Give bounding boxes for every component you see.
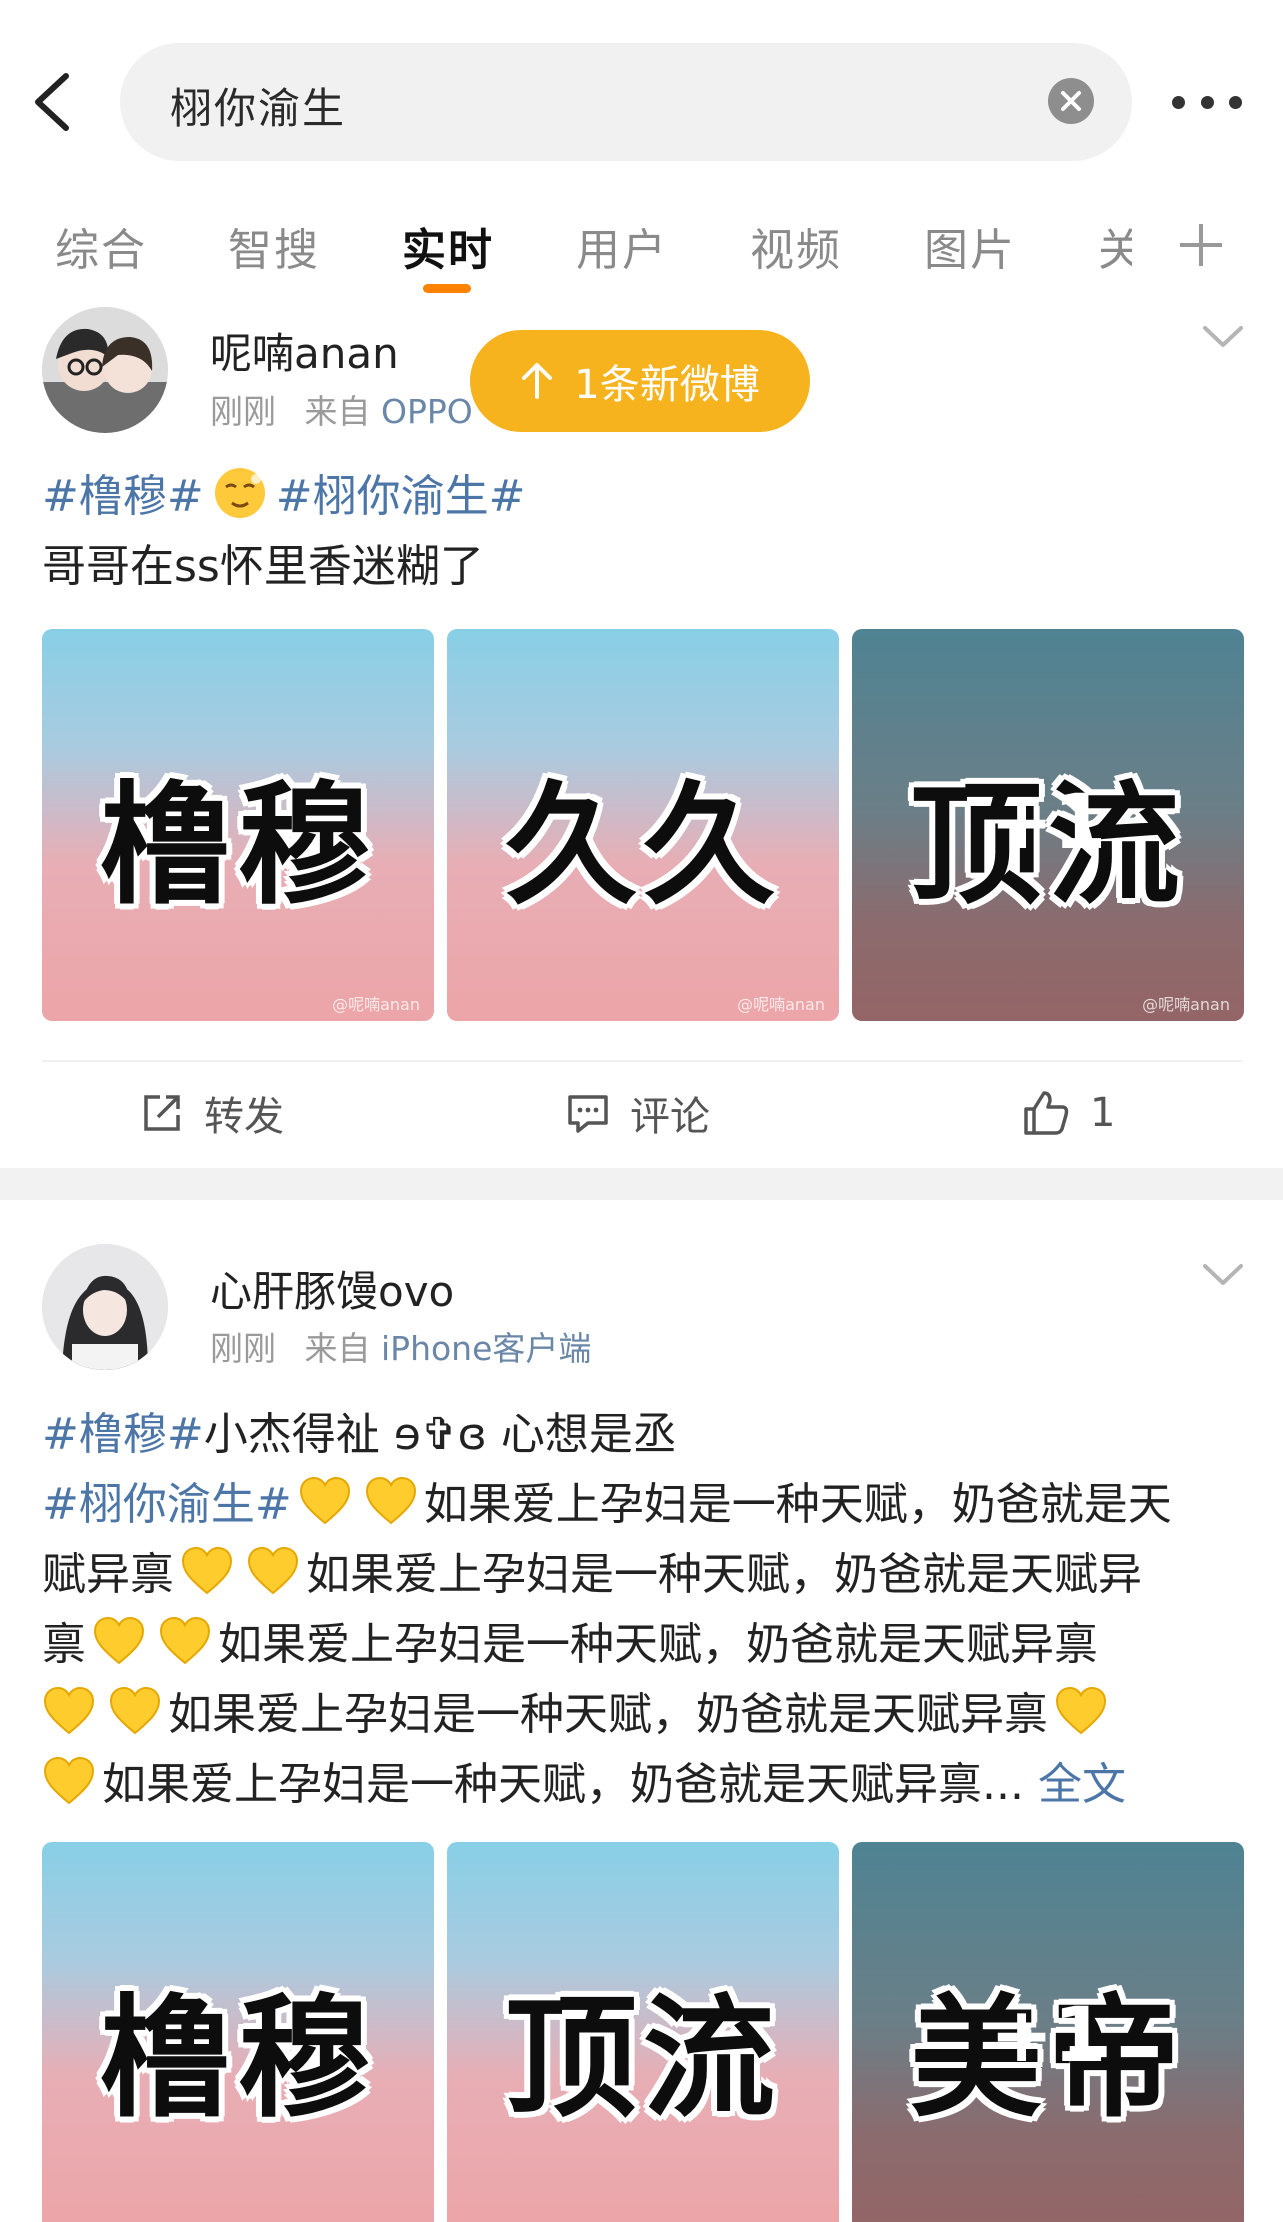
post-body: #橹穆#小杰得祉 ɘ✞ɞ 心想是丞 #栩你渝生# 如果爱上孕妇是一种天赋，奶爸就是…	[42, 1400, 1243, 1820]
post-source[interactable]: OPPO	[381, 392, 473, 431]
topic-link[interactable]: #栩你渝生#	[276, 471, 526, 522]
repost-label: 转发	[204, 1094, 284, 1140]
post-text: 禀	[42, 1619, 86, 1670]
post-text: 如果爱上孕妇是一种天赋，奶爸就是天赋异	[306, 1549, 1142, 1600]
comment-label: 评论	[630, 1094, 710, 1140]
top-bar: 栩你渝生	[0, 0, 1283, 200]
post-image[interactable]: 久久 @呢喃anan	[447, 629, 839, 1021]
post-time: 刚刚	[210, 1329, 276, 1368]
image-watermark: @呢喃anan	[737, 995, 825, 1014]
yellow-heart-icon	[42, 1685, 96, 1739]
image-caption-text: 顶流	[505, 1982, 781, 2136]
post-image[interactable]: 美帝 +1	[852, 1842, 1244, 2222]
post-images: 橹穆 @呢喃anan 久久 @呢喃anan 顶流 +1 @呢喃anan	[42, 629, 1244, 1021]
comment-icon	[568, 1095, 608, 1133]
image-watermark: @呢喃anan	[332, 995, 420, 1014]
tab-realtime[interactable]: 实时	[402, 214, 494, 278]
post-image[interactable]: 顶流	[447, 1842, 839, 2222]
topic-link[interactable]: #橹穆#	[42, 471, 204, 522]
post-images: 橹穆 顶流 美帝 +1	[42, 1842, 1244, 2222]
post-text: 如果爱上孕妇是一种天赋，奶爸就是天赋异禀...	[102, 1759, 1024, 1810]
tab-smart-search[interactable]: 智搜	[228, 214, 320, 278]
post-image[interactable]: 顶流 +1 @呢喃anan	[852, 629, 1244, 1021]
dizzy-face-emoji-icon	[212, 465, 268, 521]
arrow-up-icon	[522, 363, 553, 399]
more-images-count: +1	[989, 1990, 1107, 2079]
post-meta: 刚刚 来自 iPhone客户端	[210, 1322, 591, 1370]
search-query-text: 栩你渝生	[170, 84, 347, 133]
repost-button[interactable]: 转发	[140, 1058, 284, 1168]
post-text: 如果爱上孕妇是一种天赋，奶爸就是天赋异禀	[168, 1689, 1048, 1740]
post-text: 如果爱上孕妇是一种天赋，奶爸就是天赋异禀	[218, 1619, 1098, 1670]
new-posts-button[interactable]: 1条新微博	[470, 330, 810, 432]
section-separator	[0, 1168, 1283, 1200]
image-watermark: @呢喃anan	[1142, 995, 1230, 1014]
post-image[interactable]: 橹穆 @呢喃anan	[42, 629, 434, 1021]
search-tabs: 综合 智搜 实时 用户 视频 图片 关	[0, 200, 1283, 300]
post-meta: 刚刚 来自 OPPO	[210, 385, 473, 433]
tab-users[interactable]: 用户	[576, 214, 668, 278]
post-text: 小杰得祉 ɘ✞ɞ 心想是丞	[203, 1409, 677, 1460]
full-text-link[interactable]: 全文	[1038, 1759, 1126, 1810]
like-button[interactable]: 1	[1022, 1058, 1115, 1168]
yellow-heart-icon	[1054, 1685, 1108, 1739]
post-body: #橹穆# #栩你渝生# 哥哥在ss怀里香迷糊了	[42, 462, 1243, 602]
tab-videos[interactable]: 视频	[750, 214, 842, 278]
post-source-prefix: 来自	[304, 1329, 371, 1368]
yellow-heart-icon	[246, 1545, 300, 1599]
yellow-heart-icon	[92, 1615, 146, 1669]
image-caption-text: 橹穆	[100, 1982, 376, 2136]
like-count: 1	[1090, 1090, 1116, 1136]
clear-search-icon[interactable]	[1048, 78, 1094, 124]
new-posts-label: 1条新微博	[574, 362, 760, 408]
image-caption-text: 久久	[505, 769, 781, 923]
yellow-heart-icon	[180, 1545, 234, 1599]
image-caption-text: 橹穆	[100, 769, 376, 923]
tab-follow-partial[interactable]: 关	[1098, 214, 1132, 278]
more-images-count: +1	[989, 777, 1107, 866]
yellow-heart-icon	[42, 1755, 96, 1809]
tab-comprehensive[interactable]: 综合	[55, 214, 147, 278]
back-arrow-icon[interactable]	[28, 72, 78, 132]
yellow-heart-icon	[108, 1685, 162, 1739]
post-actions: 转发 评论 1	[0, 1058, 1283, 1168]
post-username[interactable]: 呢喃anan	[210, 320, 399, 381]
post-text: 赋异禀	[42, 1549, 174, 1600]
chevron-down-icon[interactable]	[1202, 1262, 1244, 1288]
yellow-heart-icon	[158, 1615, 212, 1669]
post-username[interactable]: 心肝豚馒ovo	[210, 1258, 454, 1319]
thumbs-up-icon	[1024, 1091, 1069, 1135]
topic-link[interactable]: #橹穆#	[42, 1409, 204, 1460]
topic-link[interactable]: #栩你渝生#	[42, 1479, 292, 1530]
active-tab-indicator	[423, 284, 471, 293]
post-time: 刚刚	[210, 392, 276, 431]
tab-images[interactable]: 图片	[924, 214, 1016, 278]
comment-button[interactable]: 评论	[566, 1058, 710, 1168]
add-tab-icon[interactable]	[1176, 220, 1226, 270]
post-source[interactable]: iPhone客户端	[381, 1329, 591, 1368]
repost-icon	[144, 1095, 180, 1131]
avatar[interactable]	[42, 307, 168, 433]
yellow-heart-icon	[298, 1475, 352, 1529]
post-text: 如果爱上孕妇是一种天赋，奶爸就是天	[423, 1479, 1172, 1530]
yellow-heart-icon	[364, 1475, 418, 1529]
post-source-prefix: 来自	[304, 392, 371, 431]
search-input[interactable]: 栩你渝生	[120, 43, 1132, 161]
more-options-icon[interactable]	[1172, 90, 1242, 114]
post-text: 哥哥在ss怀里香迷糊了	[42, 541, 484, 592]
post-image[interactable]: 橹穆	[42, 1842, 434, 2222]
chevron-down-icon[interactable]	[1202, 324, 1244, 350]
avatar[interactable]	[42, 1244, 168, 1370]
